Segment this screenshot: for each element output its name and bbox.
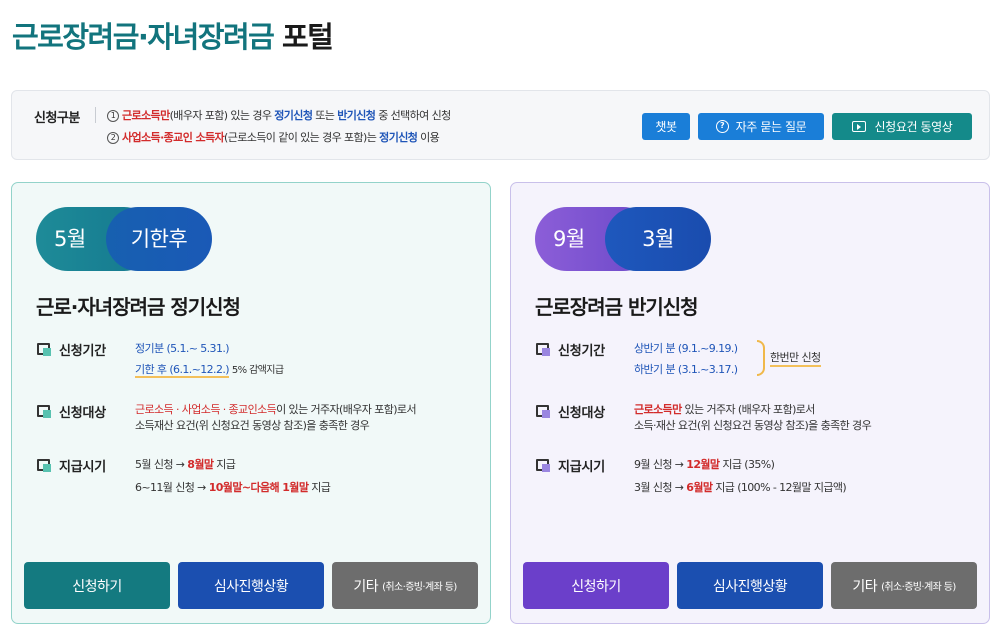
target-text: 있는 거주자 (배우자 포함)로서 bbox=[681, 403, 816, 416]
target-label: 신청대상 bbox=[59, 406, 107, 421]
apply-button[interactable]: 신청하기 bbox=[523, 562, 669, 609]
payment-highlight: 8월말 bbox=[187, 458, 214, 471]
info-label: 신청구분 bbox=[34, 111, 80, 126]
checkbox-icon bbox=[536, 405, 550, 418]
info-text: 중 선택하여 신청 bbox=[375, 109, 451, 122]
chatbot-button-label: 챗봇 bbox=[655, 120, 677, 134]
other-button[interactable]: 기타 (취소·증빙·계좌 등) bbox=[831, 562, 977, 609]
page-title-suffix: 포털 bbox=[281, 20, 334, 54]
payment-text: 지급 (35%) bbox=[719, 458, 775, 471]
target-text: 소득재산 요건(위 신청요건 동영상 참조)을 충족한 경우 bbox=[135, 419, 370, 432]
video-button[interactable]: 신청요건 동영상 bbox=[832, 113, 972, 140]
page-title: 근로장려금·자녀장려금 포털 bbox=[12, 14, 334, 56]
page-title-main: 근로장려금·자녀장려금 bbox=[12, 20, 275, 54]
pill-late: 기한후 bbox=[106, 207, 212, 271]
checkbox-icon bbox=[37, 343, 51, 356]
review-status-button[interactable]: 심사진행상황 bbox=[677, 562, 823, 609]
question-icon: ? bbox=[715, 120, 729, 133]
application-type-info: 신청구분 1 근로소득만(배우자 포함) 있는 경우 정기신청 또는 반기신청 중… bbox=[11, 90, 990, 160]
reduction-note: 5% 감액지급 bbox=[231, 365, 284, 376]
payment-text: 지급 bbox=[213, 458, 236, 471]
checkbox-icon bbox=[536, 459, 550, 472]
video-button-label: 신청요건 동영상 bbox=[874, 120, 953, 134]
once-note: 한번만 신청 bbox=[770, 349, 821, 367]
circled-number: 1 bbox=[107, 110, 119, 122]
period-late: 기한 후 (6.1.~12.2.) bbox=[135, 363, 230, 378]
payment-text: 지급 bbox=[308, 481, 331, 494]
faq-button[interactable]: ? 자주 묻는 질문 bbox=[698, 113, 824, 140]
period-values: 상반기 분 (9.1.~9.19.) 하반기 분 (3.1.~3.17.) bbox=[634, 341, 738, 378]
regular-application-card: 5월 기한후 근로·자녀장려금 정기신청 신청기간 정기분 (5.1.~ 5.3… bbox=[11, 182, 491, 624]
highlight: 정기신청 bbox=[379, 131, 418, 144]
period-pill: 9월 3월 bbox=[535, 207, 711, 271]
info-line-2: 2 사업소득·종교인 소득자(근로소득이 같이 있는 경우 포함)는 정기신청 이… bbox=[107, 129, 440, 145]
other-button-sub: (취소·증빙·계좌 등) bbox=[881, 582, 956, 593]
info-text: (배우자 포함) 있는 경우 bbox=[169, 109, 275, 122]
period-second-half: 하반기 분 (3.1.~3.17.) bbox=[634, 363, 738, 376]
target-values: 근로소득만 있는 거주자 (배우자 포함)로서 소득·재산 요건(위 신청요건 … bbox=[634, 402, 872, 434]
payment-highlight: 12월말 bbox=[686, 458, 720, 471]
info-text: 또는 bbox=[312, 109, 338, 122]
circled-number: 2 bbox=[107, 132, 119, 144]
payment-text: 5월 신청 → bbox=[135, 458, 188, 471]
highlight: 반기신청 bbox=[337, 109, 376, 122]
target-label: 신청대상 bbox=[558, 406, 606, 421]
target-text: 이 있는 거주자(배우자 포함)로서 bbox=[276, 403, 416, 416]
target-text: 소득·재산 요건(위 신청요건 동영상 참조)을 충족한 경우 bbox=[634, 419, 872, 432]
info-text: 이용 bbox=[417, 131, 440, 144]
checkbox-icon bbox=[37, 405, 51, 418]
highlight: 사업소득·종교인 소득자 bbox=[122, 131, 225, 144]
payment-highlight: 6월말 bbox=[686, 481, 713, 494]
card-title: 근로장려금 반기신청 bbox=[535, 295, 699, 319]
info-line-1: 1 근로소득만(배우자 포함) 있는 경우 정기신청 또는 반기신청 중 선택하여… bbox=[107, 107, 451, 123]
other-button-sub: (취소·증빙·계좌 등) bbox=[382, 582, 457, 593]
target-highlight: 근로소득 · 사업소득 · 종교인소득 bbox=[135, 403, 277, 416]
target-highlight: 근로소득만 bbox=[634, 403, 682, 416]
card-title: 근로·자녀장려금 정기신청 bbox=[36, 295, 241, 319]
highlight: 정기신청 bbox=[274, 109, 313, 122]
payment-values: 9월 신청 → 12월말 지급 (35%) 3월 신청 → 6월말 지급 (10… bbox=[634, 457, 847, 496]
payment-text: 3월 신청 → bbox=[634, 481, 687, 494]
checkbox-icon bbox=[536, 343, 550, 356]
payment-text: 지급 (100% - 12월말 지급액) bbox=[712, 481, 847, 494]
payment-label: 지급시기 bbox=[59, 460, 107, 475]
payment-label: 지급시기 bbox=[558, 460, 606, 475]
review-status-button[interactable]: 심사진행상황 bbox=[178, 562, 324, 609]
chatbot-button[interactable]: 챗봇 bbox=[642, 113, 690, 140]
period-label: 신청기간 bbox=[558, 344, 606, 359]
period-pill: 5월 기한후 bbox=[36, 207, 212, 271]
payment-highlight: 10월말~다음해 1월말 bbox=[208, 481, 309, 494]
half-year-application-card: 9월 3월 근로장려금 반기신청 신청기간 상반기 분 (9.1.~9.19.)… bbox=[510, 182, 990, 624]
play-icon bbox=[851, 121, 866, 132]
period-values: 정기분 (5.1.~ 5.31.) 기한 후 (6.1.~12.2.) 5% 감… bbox=[135, 341, 284, 379]
pill-month-march: 3월 bbox=[605, 207, 711, 271]
target-values: 근로소득 · 사업소득 · 종교인소득이 있는 거주자(배우자 포함)로서 소득… bbox=[135, 402, 417, 434]
period-regular: 정기분 (5.1.~ 5.31.) bbox=[135, 342, 230, 355]
checkbox-icon bbox=[37, 459, 51, 472]
other-button[interactable]: 기타 (취소·증빙·계좌 등) bbox=[332, 562, 478, 609]
apply-button[interactable]: 신청하기 bbox=[24, 562, 170, 609]
payment-values: 5월 신청 → 8월말 지급 6~11월 신청 → 10월말~다음해 1월말 지… bbox=[135, 457, 331, 496]
info-text: (근로소득이 같이 있는 경우 포함)는 bbox=[224, 131, 380, 144]
divider bbox=[95, 107, 96, 123]
payment-text: 6~11월 신청 → bbox=[135, 481, 209, 494]
highlight: 근로소득만 bbox=[122, 109, 170, 122]
brace bbox=[757, 340, 765, 376]
other-button-label: 기타 bbox=[353, 578, 379, 595]
other-button-label: 기타 bbox=[852, 578, 878, 595]
period-label: 신청기간 bbox=[59, 344, 107, 359]
payment-text: 9월 신청 → bbox=[634, 458, 687, 471]
faq-button-label: 자주 묻는 질문 bbox=[735, 120, 807, 134]
period-first-half: 상반기 분 (9.1.~9.19.) bbox=[634, 342, 738, 355]
